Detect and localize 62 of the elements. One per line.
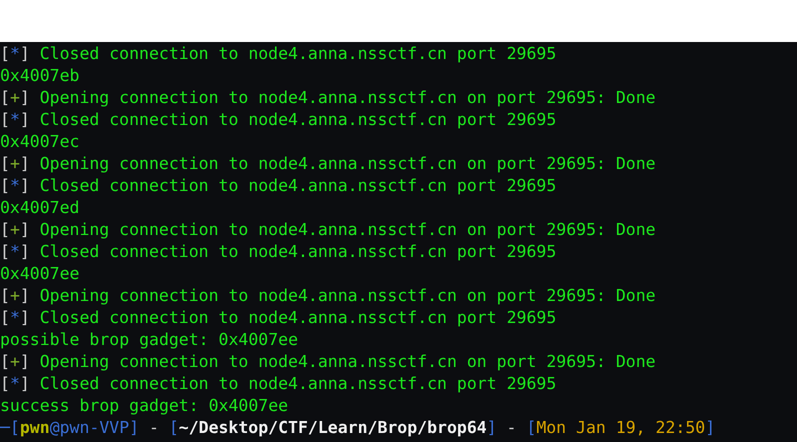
log-message: Opening connection to node4.anna.nssctf.cn on port 29695: Done xyxy=(40,153,656,175)
prompt-bracket: ─[ xyxy=(0,417,20,439)
bracket: ] xyxy=(20,175,30,197)
log-message: Opening connection to node4.anna.nssctf.cn on port 29695: Done xyxy=(40,351,656,373)
log-message: Closed connection to node4.anna.nssctf.cn port 29695 xyxy=(40,307,556,329)
prompt-host: @pwn-VVP xyxy=(50,417,130,439)
status-symbol: * xyxy=(10,241,20,263)
status-symbol: * xyxy=(10,307,20,329)
prompt-datetime: Mon Jan 19, 22:50 xyxy=(536,417,706,439)
bracket: ] xyxy=(20,285,30,307)
status-symbol: + xyxy=(10,351,20,373)
log-message: Opening connection to node4.anna.nssctf.cn on port 29695: Done xyxy=(40,219,656,241)
prompt-path: ~/Desktop/CTF/Learn/Brop/brop64 xyxy=(178,417,487,439)
bracket: [ xyxy=(0,373,10,395)
prompt-separator: - xyxy=(506,417,518,439)
status-symbol: * xyxy=(10,43,20,65)
prompt-bracket: ] xyxy=(129,417,140,439)
status-symbol: + xyxy=(10,87,20,109)
output-line: 0x4007ee xyxy=(0,263,80,285)
output-line: possible brop gadget: 0x4007ee xyxy=(0,329,298,351)
bracket: [ xyxy=(0,43,10,65)
bracket: [ xyxy=(0,109,10,131)
log-message: Closed connection to node4.anna.nssctf.cn port 29695 xyxy=(40,43,556,65)
bracket: ] xyxy=(20,153,30,175)
log-message: Closed connection to node4.anna.nssctf.cn port 29695 xyxy=(40,373,556,395)
prompt-bracket: ] xyxy=(705,417,716,439)
bracket: [ xyxy=(0,219,10,241)
bracket: [ xyxy=(0,307,10,329)
log-message: Closed connection to node4.anna.nssctf.cn port 29695 xyxy=(40,109,556,131)
status-symbol: + xyxy=(10,153,20,175)
bracket: ] xyxy=(20,307,30,329)
bracket: [ xyxy=(0,285,10,307)
log-message: Closed connection to node4.anna.nssctf.cn port 29695 xyxy=(40,241,556,263)
prompt-bracket: [ xyxy=(526,417,536,439)
prompt-bracket: [ xyxy=(168,417,179,439)
bracket: [ xyxy=(0,241,10,263)
bracket: [ xyxy=(0,87,10,109)
prompt-user: pwn xyxy=(20,417,50,439)
log-message: Closed connection to node4.anna.nssctf.cn port 29695 xyxy=(40,175,556,197)
bracket: ] xyxy=(20,87,30,109)
bracket: ] xyxy=(20,373,30,395)
output-line: 0x4007ec xyxy=(0,131,80,153)
bracket: ] xyxy=(20,219,30,241)
output-line: 0x4007eb xyxy=(0,65,80,87)
output-line: success brop gadget: 0x4007ee xyxy=(0,395,288,417)
log-message: Opening connection to node4.anna.nssctf.cn on port 29695: Done xyxy=(40,285,656,307)
log-message: Opening connection to node4.anna.nssctf.cn on port 29695: Done xyxy=(40,87,656,109)
status-symbol: + xyxy=(10,219,20,241)
prompt-separator: - xyxy=(148,417,160,439)
bracket: [ xyxy=(0,175,10,197)
bracket: [ xyxy=(0,351,10,373)
bracket: [ xyxy=(0,153,10,175)
status-symbol: * xyxy=(10,373,20,395)
bracket: ] xyxy=(20,109,30,131)
prompt-bracket: ] xyxy=(486,417,497,439)
output-line: 0x4007ed xyxy=(0,197,80,219)
status-symbol: * xyxy=(10,109,20,131)
bracket: ] xyxy=(20,351,30,373)
bracket: ] xyxy=(20,43,30,65)
status-symbol: * xyxy=(10,175,20,197)
status-symbol: + xyxy=(10,285,20,307)
bracket: ] xyxy=(20,241,30,263)
